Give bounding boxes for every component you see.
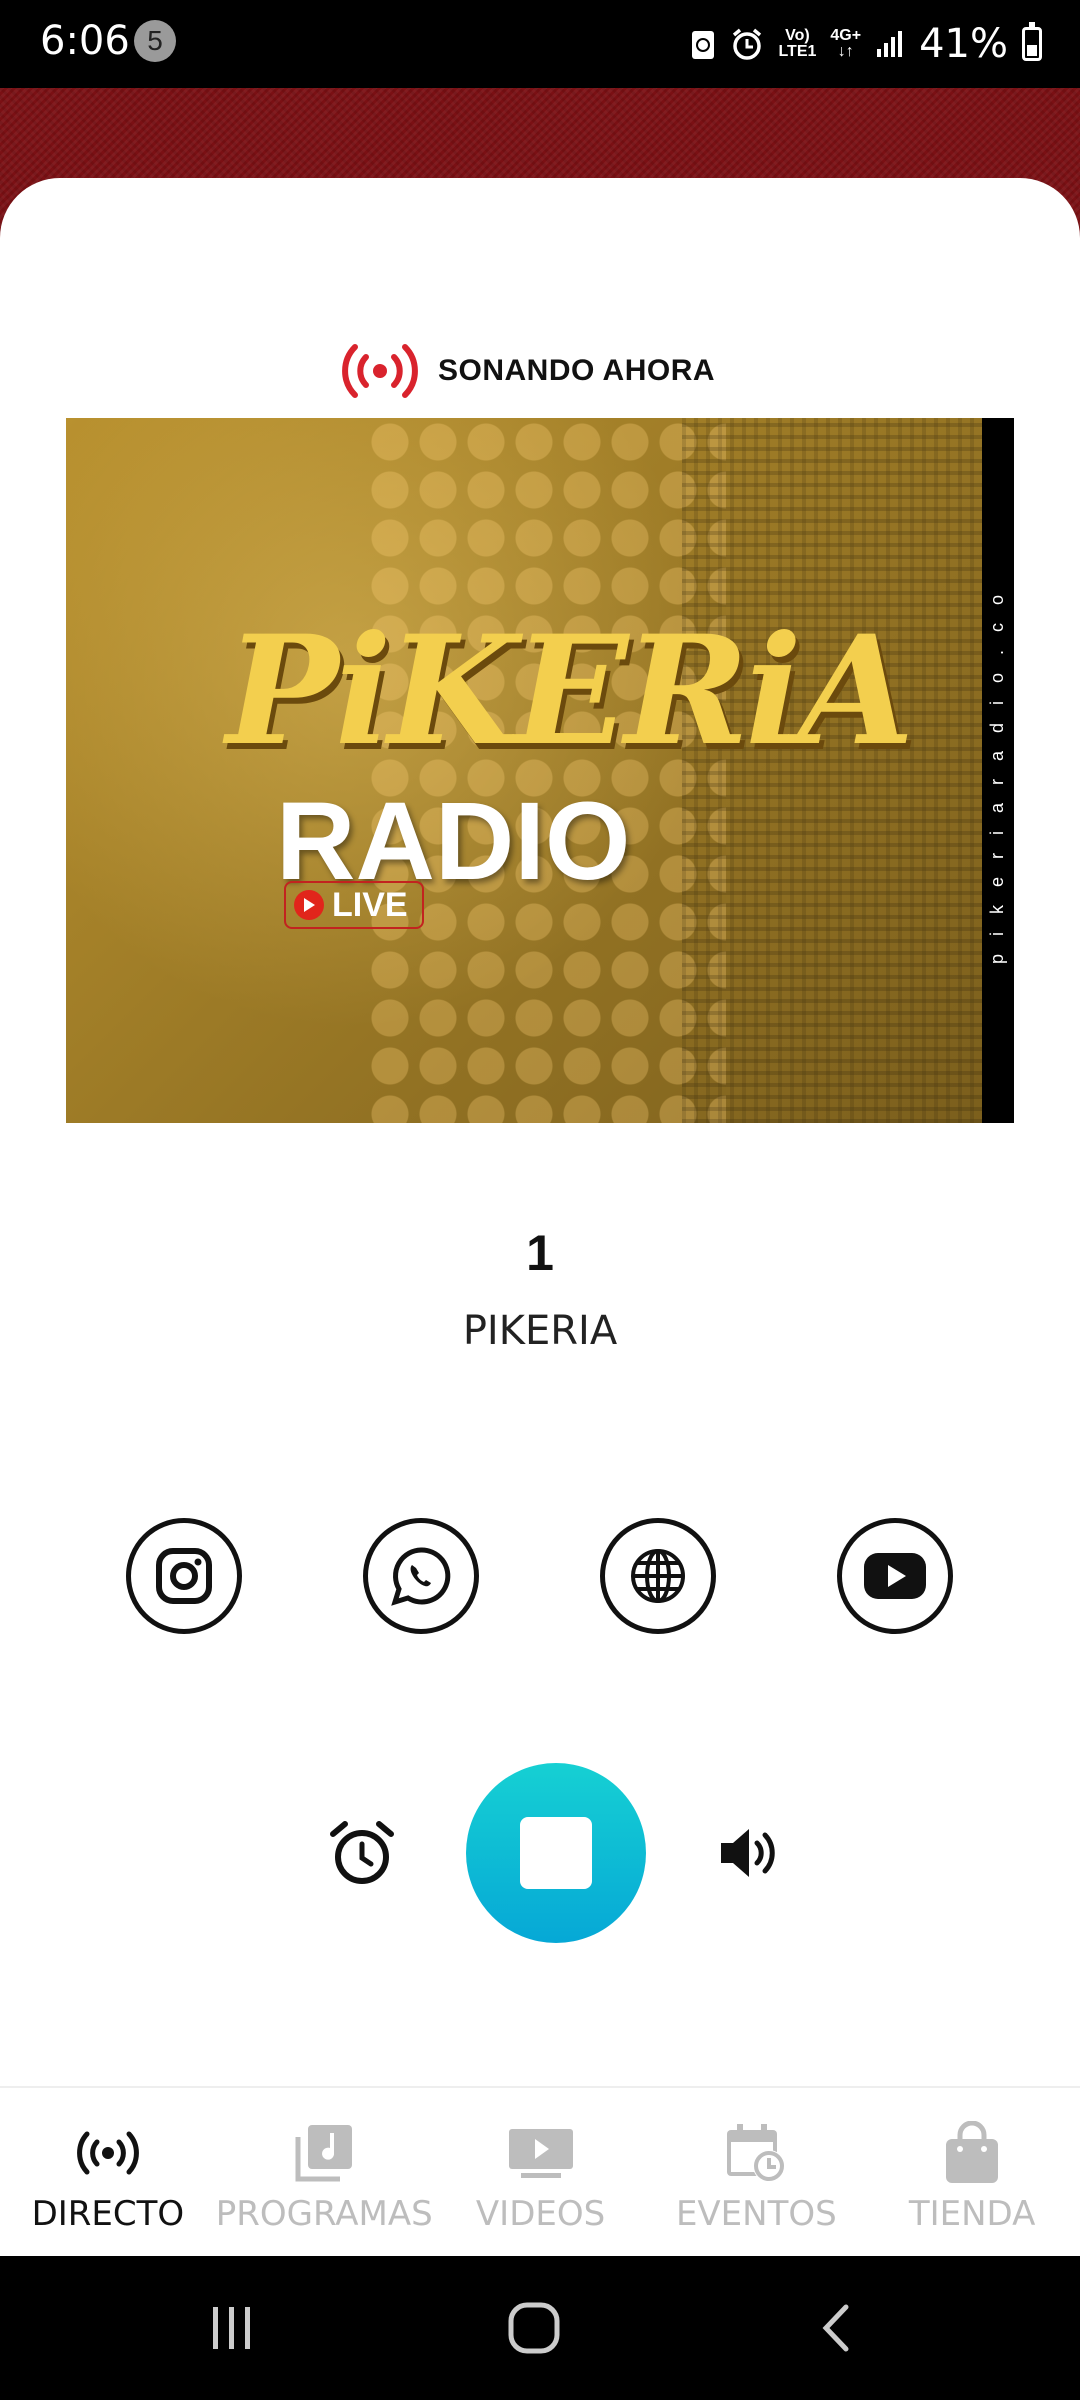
nav-item-directo[interactable]: DIRECTO — [0, 2088, 216, 2258]
cover-title: PiKERiA — [226, 603, 914, 779]
broadcast-icon — [342, 344, 418, 398]
nav-label-eventos: EVENTOS — [675, 2194, 837, 2234]
bottom-navigation: DIRECTO PROGRAMAS VIDEOS EVENTOS TIENDA — [0, 2086, 1080, 2258]
nav-label-directo: DIRECTO — [31, 2194, 185, 2234]
data-type-indicator: 4G+ ↓↑ — [830, 28, 861, 60]
stop-icon — [520, 1817, 592, 1889]
volte-text: Vo) — [785, 27, 810, 44]
sleep-timer-button[interactable] — [324, 1815, 400, 1891]
now-playing-header: SONANDO AHORA — [340, 335, 715, 407]
volume-button[interactable] — [710, 1815, 786, 1891]
alarm-clock-icon — [330, 1821, 394, 1884]
music-library-icon — [289, 2118, 359, 2188]
youtube-button[interactable] — [837, 1518, 953, 1634]
nav-label-videos: VIDEOS — [475, 2194, 606, 2234]
instagram-icon — [156, 1548, 212, 1604]
nav-item-tienda[interactable]: TIENDA — [864, 2088, 1080, 2258]
status-time: 6:06 — [40, 18, 130, 64]
recent-apps-button[interactable] — [192, 2296, 272, 2360]
signal-icon — [877, 31, 903, 57]
recycle-icon — [692, 31, 715, 59]
cover-side-strip: pikeriaradio.co — [982, 418, 1014, 1123]
broadcast-icon — [73, 2118, 143, 2188]
globe-icon — [631, 1549, 685, 1603]
nav-label-tienda: TIENDA — [908, 2194, 1036, 2234]
back-button[interactable] — [796, 2296, 876, 2360]
track-artist: PIKERIA — [462, 1308, 618, 1354]
data-type-text: 4G+ — [830, 27, 862, 44]
battery-percent: 41% — [919, 21, 1008, 67]
whatsapp-icon — [391, 1547, 451, 1606]
website-button[interactable] — [600, 1518, 716, 1634]
cover-live-text: LIVE — [332, 885, 408, 924]
lte-text: LTE1 — [778, 43, 817, 60]
nav-label-programas: PROGRAMAS — [215, 2194, 433, 2234]
album-cover: PiKERiA RADIO LIVE pikeriaradio.co — [66, 418, 1014, 1123]
home-button[interactable] — [494, 2296, 574, 2360]
stop-button[interactable] — [466, 1763, 646, 1943]
home-icon — [508, 2302, 560, 2354]
battery-icon — [1022, 22, 1042, 61]
cover-live-badge: LIVE — [284, 881, 424, 929]
status-bar: 6:06 5 Vo) LTE1 4G+ ↓↑ 41% — [0, 0, 1080, 88]
system-navigation-bar — [0, 2256, 1080, 2400]
volume-icon — [721, 1829, 775, 1877]
calendar-clock-icon — [721, 2118, 791, 2188]
now-playing-label: SONANDO AHORA — [438, 354, 716, 387]
notification-count-badge: 5 — [134, 20, 176, 62]
whatsapp-button[interactable] — [363, 1518, 479, 1634]
youtube-icon — [864, 1553, 926, 1599]
track-number: 1 — [526, 1225, 554, 1281]
nav-item-programas[interactable]: PROGRAMAS — [216, 2088, 433, 2258]
alarm-icon — [733, 28, 762, 60]
back-icon — [822, 2304, 849, 2352]
status-icons: Vo) LTE1 4G+ ↓↑ 41% — [690, 16, 1042, 72]
shopping-bag-icon — [937, 2118, 1007, 2188]
video-icon — [506, 2118, 576, 2188]
volte-indicator: Vo) LTE1 — [778, 28, 816, 60]
cover-side-text: pikeriaradio.co — [987, 576, 1008, 965]
nav-item-eventos[interactable]: EVENTOS — [648, 2088, 864, 2258]
nav-item-videos[interactable]: VIDEOS — [433, 2088, 649, 2258]
instagram-button[interactable] — [126, 1518, 242, 1634]
play-icon — [294, 890, 324, 920]
data-arrows-icon: ↓↑ — [837, 43, 854, 60]
recent-apps-icon — [213, 2307, 250, 2349]
